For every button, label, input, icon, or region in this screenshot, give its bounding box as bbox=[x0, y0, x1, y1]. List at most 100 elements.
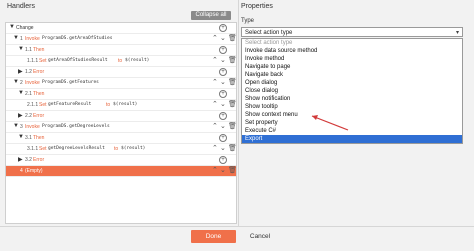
row-keyword: Error bbox=[33, 113, 45, 119]
row-text: $(result) bbox=[121, 146, 146, 151]
tree-row-2-2[interactable]: ▶ 2.2 Error + bbox=[6, 111, 236, 122]
row-number: 1.1 bbox=[25, 47, 32, 53]
add-icon[interactable]: + bbox=[219, 134, 227, 142]
tree-row-1[interactable]: ▼ 1 Invoke ProgramDS.getAreaOfStudies ⌃ … bbox=[6, 34, 237, 45]
move-up-icon[interactable]: ⌃ bbox=[212, 123, 218, 131]
chevron-down-icon: ▾ bbox=[455, 30, 459, 36]
option-export[interactable]: Export bbox=[242, 135, 462, 143]
option-open-dialog[interactable]: Open dialog bbox=[242, 79, 462, 87]
collapse-arrow-icon[interactable]: ▼ bbox=[13, 123, 19, 129]
row-keyword: to bbox=[114, 146, 119, 152]
cancel-button[interactable]: Cancel bbox=[244, 230, 276, 243]
delete-icon[interactable]: 🗑 bbox=[228, 35, 237, 43]
row-keyword: Then bbox=[33, 91, 45, 97]
handlers-dialog: Handlers Properties Collapse all ▼ Chang… bbox=[0, 0, 474, 251]
tree-row-2[interactable]: ▼ 2 Invoke ProgramDS.getFeatures ⌃ ⌄ 🗑 bbox=[6, 78, 237, 89]
move-up-icon[interactable]: ⌃ bbox=[212, 35, 218, 43]
tree-row-1-1[interactable]: ▼ 1.1 Then + bbox=[6, 45, 236, 56]
move-down-icon[interactable]: ⌄ bbox=[220, 145, 226, 153]
tree-row-1-2[interactable]: ▶ 1.2 Error + bbox=[6, 67, 236, 78]
collapse-arrow-icon[interactable]: ▼ bbox=[13, 35, 19, 41]
collapse-arrow-icon[interactable]: ▼ bbox=[13, 79, 19, 85]
option-set-property[interactable]: Set property bbox=[242, 119, 462, 127]
move-up-icon[interactable]: ⌃ bbox=[212, 79, 218, 87]
add-icon[interactable]: + bbox=[219, 112, 227, 120]
row-keyword: to bbox=[106, 102, 111, 108]
move-down-icon[interactable]: ⌄ bbox=[220, 35, 226, 43]
add-icon[interactable]: + bbox=[219, 90, 227, 98]
row-number: 1 bbox=[20, 36, 23, 42]
move-down-icon[interactable]: ⌄ bbox=[220, 167, 226, 175]
row-keyword: Set bbox=[39, 146, 47, 152]
delete-icon[interactable]: 🗑 bbox=[228, 57, 237, 65]
tree-row-change[interactable]: ▼ Change + bbox=[6, 23, 236, 34]
option-show-tooltip[interactable]: Show tooltip bbox=[242, 103, 462, 111]
footer-divider bbox=[0, 226, 474, 227]
collapse-arrow-icon[interactable]: ▼ bbox=[18, 90, 24, 96]
tree-row-2-1[interactable]: ▼ 2.1 Then + bbox=[6, 89, 236, 100]
row-keyword: Error bbox=[33, 157, 45, 163]
expand-arrow-icon[interactable]: ▶ bbox=[18, 68, 23, 75]
move-up-icon[interactable]: ⌃ bbox=[212, 101, 218, 109]
row-text: $(result) bbox=[125, 58, 150, 63]
properties-title: Properties bbox=[241, 3, 273, 10]
tree-row-3-1[interactable]: ▼ 3.1 Then + bbox=[6, 133, 236, 144]
add-icon[interactable]: + bbox=[219, 156, 227, 164]
row-keyword: Error bbox=[33, 69, 45, 75]
move-up-icon[interactable]: ⌃ bbox=[212, 167, 218, 175]
row-number: 2.1.1 bbox=[27, 102, 39, 108]
row-text: ProgramDS.getFeatures bbox=[42, 80, 99, 85]
row-number: 1.2 bbox=[25, 69, 32, 75]
delete-icon[interactable]: 🗑 bbox=[228, 167, 237, 175]
done-button[interactable]: Done bbox=[191, 230, 236, 243]
tree-row-2-1-1[interactable]: 2.1.1 Set getFeatureResult to $(result) … bbox=[6, 100, 237, 111]
row-text: getFeatureResult bbox=[48, 102, 92, 107]
row-number: 3 bbox=[20, 124, 23, 130]
option-execute-csharp[interactable]: Execute C# bbox=[242, 127, 462, 135]
row-number: 2.1 bbox=[25, 91, 32, 97]
delete-icon[interactable]: 🗑 bbox=[228, 123, 237, 131]
expand-arrow-icon[interactable]: ▶ bbox=[18, 112, 23, 119]
move-down-icon[interactable]: ⌄ bbox=[220, 123, 226, 131]
collapse-arrow-icon[interactable]: ▼ bbox=[18, 134, 24, 140]
delete-icon[interactable]: 🗑 bbox=[228, 145, 237, 153]
add-icon[interactable]: + bbox=[219, 46, 227, 54]
tree-row-4-selected[interactable]: 4 (Empty) ⌃ ⌄ 🗑 bbox=[6, 166, 237, 177]
delete-icon[interactable]: 🗑 bbox=[228, 101, 237, 109]
action-type-select[interactable]: Select action type ▾ bbox=[241, 27, 463, 37]
option-navigate-back[interactable]: Navigate back bbox=[242, 71, 462, 79]
action-type-value: Select action type bbox=[245, 30, 293, 36]
move-up-icon[interactable]: ⌃ bbox=[212, 57, 218, 65]
add-icon[interactable]: + bbox=[219, 24, 227, 32]
tree-row-3-1-1[interactable]: 3.1.1 Set getDegreeLevelsResult to $(res… bbox=[6, 144, 237, 155]
option-navigate-to-page[interactable]: Navigate to page bbox=[242, 63, 462, 71]
row-text: (Empty) bbox=[25, 168, 43, 174]
move-up-icon[interactable]: ⌃ bbox=[212, 145, 218, 153]
option-select-action-type[interactable]: Select action type bbox=[242, 39, 462, 47]
option-invoke-method[interactable]: Invoke method bbox=[242, 55, 462, 63]
move-down-icon[interactable]: ⌄ bbox=[220, 101, 226, 109]
delete-icon[interactable]: 🗑 bbox=[228, 79, 237, 87]
panel-divider bbox=[238, 0, 239, 226]
tree-row-1-1-1[interactable]: 1.1.1 Set getAreaOfStudiesResult to $(re… bbox=[6, 56, 237, 67]
option-show-notification[interactable]: Show notification bbox=[242, 95, 462, 103]
collapse-arrow-icon[interactable]: ▼ bbox=[9, 24, 15, 30]
row-number: 4 bbox=[20, 168, 23, 174]
move-down-icon[interactable]: ⌄ bbox=[220, 57, 226, 65]
collapse-arrow-icon[interactable]: ▼ bbox=[18, 46, 24, 52]
row-text: ProgramDS.getAreaOfStudies bbox=[42, 36, 113, 41]
row-number: 2.2 bbox=[25, 113, 32, 119]
collapse-all-button[interactable]: Collapse all bbox=[191, 11, 231, 20]
action-type-dropdown: Select action type Invoke data source me… bbox=[241, 38, 463, 144]
option-invoke-data-source-method[interactable]: Invoke data source method bbox=[242, 47, 462, 55]
tree-row-3[interactable]: ▼ 3 Invoke ProgramDS.getDegreeLevels ⌃ ⌄… bbox=[6, 122, 237, 133]
move-down-icon[interactable]: ⌄ bbox=[220, 79, 226, 87]
expand-arrow-icon[interactable]: ▶ bbox=[18, 156, 23, 163]
option-show-context-menu[interactable]: Show context menu bbox=[242, 111, 462, 119]
option-close-dialog[interactable]: Close dialog bbox=[242, 87, 462, 95]
row-keyword: Invoke bbox=[25, 36, 40, 42]
add-icon[interactable]: + bbox=[219, 68, 227, 76]
handlers-title: Handlers bbox=[7, 3, 36, 10]
row-text: getDegreeLevelsResult bbox=[48, 146, 105, 151]
tree-row-3-2[interactable]: ▶ 3.2 Error + bbox=[6, 155, 236, 166]
